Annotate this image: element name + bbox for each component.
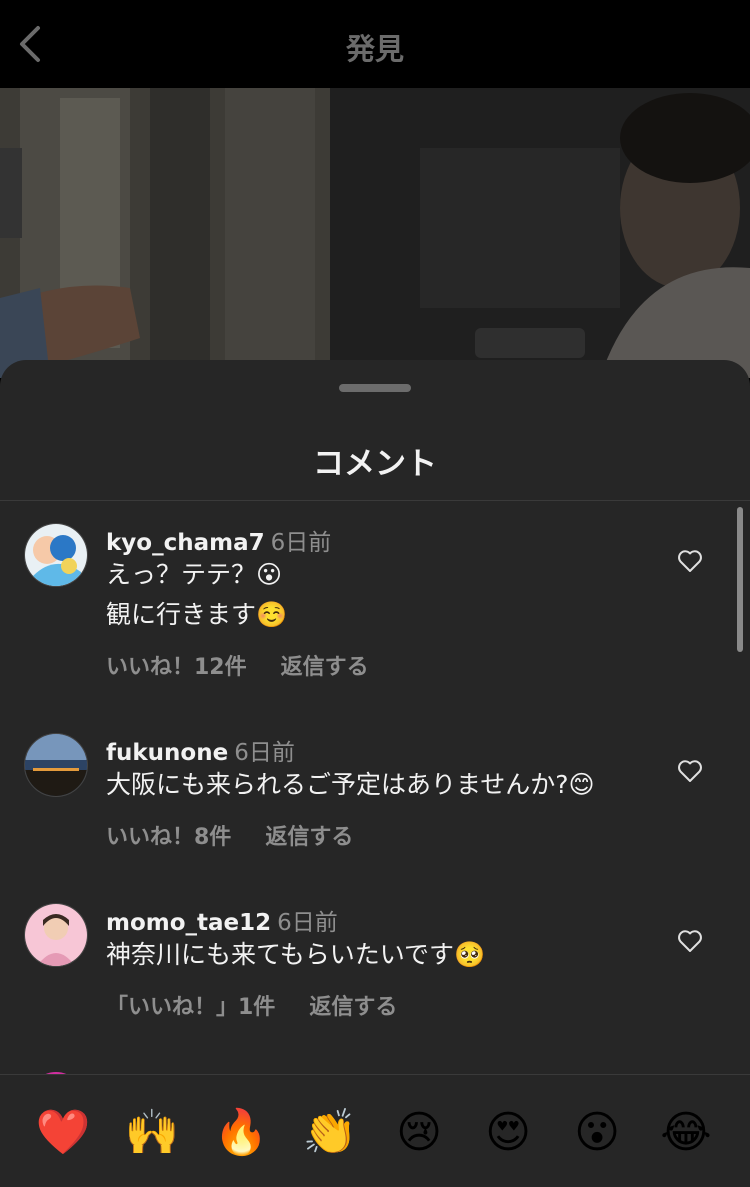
sheet-drag-handle[interactable] xyxy=(339,384,411,392)
screen: 発見 コメント kyo_chama7 6日前 えっ？テテ？😮 観に行きます☺️ … xyxy=(0,0,750,1187)
quick-reaction-bar: ❤️ 🙌 🔥 👏 😢 😍 😮 😂 xyxy=(0,1074,750,1187)
heart-icon[interactable] xyxy=(677,759,703,783)
comment-text-line: 大阪にも来られるご予定はありませんか?😊 xyxy=(106,770,595,799)
avatar[interactable] xyxy=(24,733,88,797)
comment-time: 6日前 xyxy=(234,740,295,766)
comment-item: kyo_chama7 6日前 えっ？テテ？😮 観に行きます☺️ いいね！12件 返信… xyxy=(0,523,750,693)
surprised-emoji-button[interactable]: 😮 xyxy=(569,1105,625,1161)
raised-hands-emoji-button[interactable]: 🙌 xyxy=(124,1105,180,1161)
comment-header: fukunone 6日前 xyxy=(106,733,295,767)
comment-header: momo_tae12 6日前 xyxy=(106,903,338,937)
comment-text-line: えっ？テテ？😮 xyxy=(106,560,283,589)
fire-emoji-button[interactable]: 🔥 xyxy=(213,1105,269,1161)
comment-actions: いいね！12件 返信する xyxy=(106,649,369,681)
heart-icon[interactable] xyxy=(677,929,703,953)
like-count[interactable]: 「いいね！」1件 xyxy=(106,995,275,1020)
reply-button[interactable]: 返信する xyxy=(281,655,369,680)
comment-username[interactable]: fukunone xyxy=(106,740,228,766)
comment-list: kyo_chama7 6日前 えっ？テテ？😮 観に行きます☺️ いいね！12件 返信… xyxy=(0,501,750,1075)
like-count[interactable]: いいね！8件 xyxy=(106,825,231,850)
like-count[interactable]: いいね！12件 xyxy=(106,655,247,680)
heart-emoji-button[interactable]: ❤️ xyxy=(35,1105,91,1161)
comment-username[interactable]: kyo_chama7 xyxy=(106,530,265,556)
top-nav-bar: 発見 xyxy=(0,0,750,88)
sheet-title: コメント xyxy=(313,446,437,482)
comment-username[interactable]: momo_tae12 xyxy=(106,910,271,936)
comment-actions: 「いいね！」1件 返信する xyxy=(106,989,397,1021)
comment-item: fukunone 6日前 大阪にも来られるご予定はありませんか?😊 いいね！8件 返… xyxy=(0,733,750,863)
comment-actions: いいね！8件 返信する xyxy=(106,819,353,851)
avatar[interactable] xyxy=(24,523,88,587)
comment-time: 6日前 xyxy=(277,910,338,936)
comment-header: kyo_chama7 6日前 xyxy=(106,523,331,557)
page-title: 発見 xyxy=(345,32,404,66)
clap-emoji-button[interactable]: 👏 xyxy=(302,1105,358,1161)
heart-eyes-emoji-button[interactable]: 😍 xyxy=(480,1105,536,1161)
avatar[interactable] xyxy=(24,903,88,967)
comments-sheet: コメント kyo_chama7 6日前 えっ？テテ？😮 観に行きます☺️ いいね… xyxy=(0,360,750,1187)
comment-time: 6日前 xyxy=(270,530,332,556)
heart-icon[interactable] xyxy=(677,549,703,573)
comment-item: momo_tae12 6日前 神奈川にも来てもらいたいです🥺 「いいね！」1件 返信… xyxy=(0,903,750,1033)
comment-text-line: 神奈川にも来てもらいたいです🥺 xyxy=(106,940,486,969)
comment-text-line: 観に行きます☺️ xyxy=(106,600,288,629)
reply-button[interactable]: 返信する xyxy=(265,825,353,850)
laughing-emoji-button[interactable]: 😂 xyxy=(658,1105,714,1161)
video-preview xyxy=(0,88,750,378)
reply-button[interactable]: 返信する xyxy=(309,995,397,1020)
crying-emoji-button[interactable]: 😢 xyxy=(391,1105,447,1161)
